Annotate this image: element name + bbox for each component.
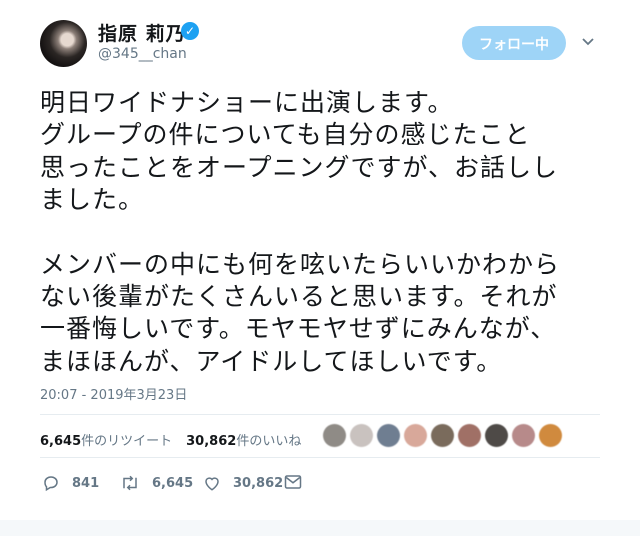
liker-avatar[interactable] (377, 424, 400, 447)
tweet-line: まほほんが、アイドルしてほしいです。 (40, 346, 503, 376)
tweet-line: メンバーの中にも何を呟いたらいいかわから (40, 249, 561, 279)
tweet-text: 明日ワイドナショーに出演します。 グループの件についても自分の感じたこと 思った… (40, 87, 610, 378)
liker-avatar[interactable] (539, 424, 562, 447)
like-action-count: 30,862 (233, 475, 284, 491)
liker-avatar[interactable] (404, 424, 427, 447)
liker-avatar[interactable] (323, 424, 346, 447)
liker-avatar[interactable] (485, 424, 508, 447)
display-name[interactable]: 指原 莉乃 (98, 19, 186, 46)
tweet-line: 一番悔しいです。モヤモヤせずにみんなが、 (40, 314, 557, 344)
envelope-icon (284, 474, 302, 490)
reply-count: 841 (72, 475, 100, 491)
like-action[interactable]: 30,862 (203, 474, 283, 492)
retweet-stat[interactable]: 6,645件のリツイート (40, 434, 172, 449)
tweet-line: ない後輩がたくさんいると思います。それが (40, 282, 558, 312)
tweet-line: グループの件についても自分の感じたこと (40, 120, 531, 150)
reply-icon (42, 474, 60, 492)
liker-avatar[interactable] (512, 424, 535, 447)
divider (40, 414, 600, 415)
liker-avatar[interactable] (458, 424, 481, 447)
chevron-down-icon[interactable] (582, 34, 594, 50)
like-stat[interactable]: 30,862件のいいね (186, 434, 301, 449)
liker-avatar[interactable] (350, 424, 373, 447)
tweet-timestamp[interactable]: 20:07 - 2019年3月23日 (40, 384, 187, 403)
like-label: 件のいいね (236, 434, 302, 449)
like-count: 30,862 (186, 434, 237, 449)
avatar[interactable] (40, 20, 87, 67)
heart-icon (203, 474, 221, 492)
footer-bar (0, 520, 640, 536)
retweet-count: 6,645 (40, 434, 82, 449)
tweet-line: ました。 (40, 185, 145, 215)
retweet-action[interactable]: 6,645 (120, 474, 193, 492)
tweet-stats: 6,645件のリツイート 30,862件のいいね (40, 430, 301, 449)
tweet-line: 思ったことをオープニングですが、お話しし (40, 152, 559, 182)
retweet-label: 件のリツイート (81, 434, 173, 449)
handle[interactable]: @345__chan (98, 46, 187, 62)
tweet-line: 明日ワイドナショーに出演します。 (40, 88, 454, 117)
reply-action[interactable]: 841 (42, 474, 99, 492)
follow-button[interactable]: フォロー中 (462, 26, 566, 60)
liker-avatar[interactable] (431, 424, 454, 447)
divider (40, 457, 600, 458)
message-action[interactable] (284, 474, 302, 490)
retweet-action-count: 6,645 (152, 475, 194, 491)
verified-badge-icon: ✓ (181, 22, 199, 40)
retweet-icon (120, 474, 140, 492)
